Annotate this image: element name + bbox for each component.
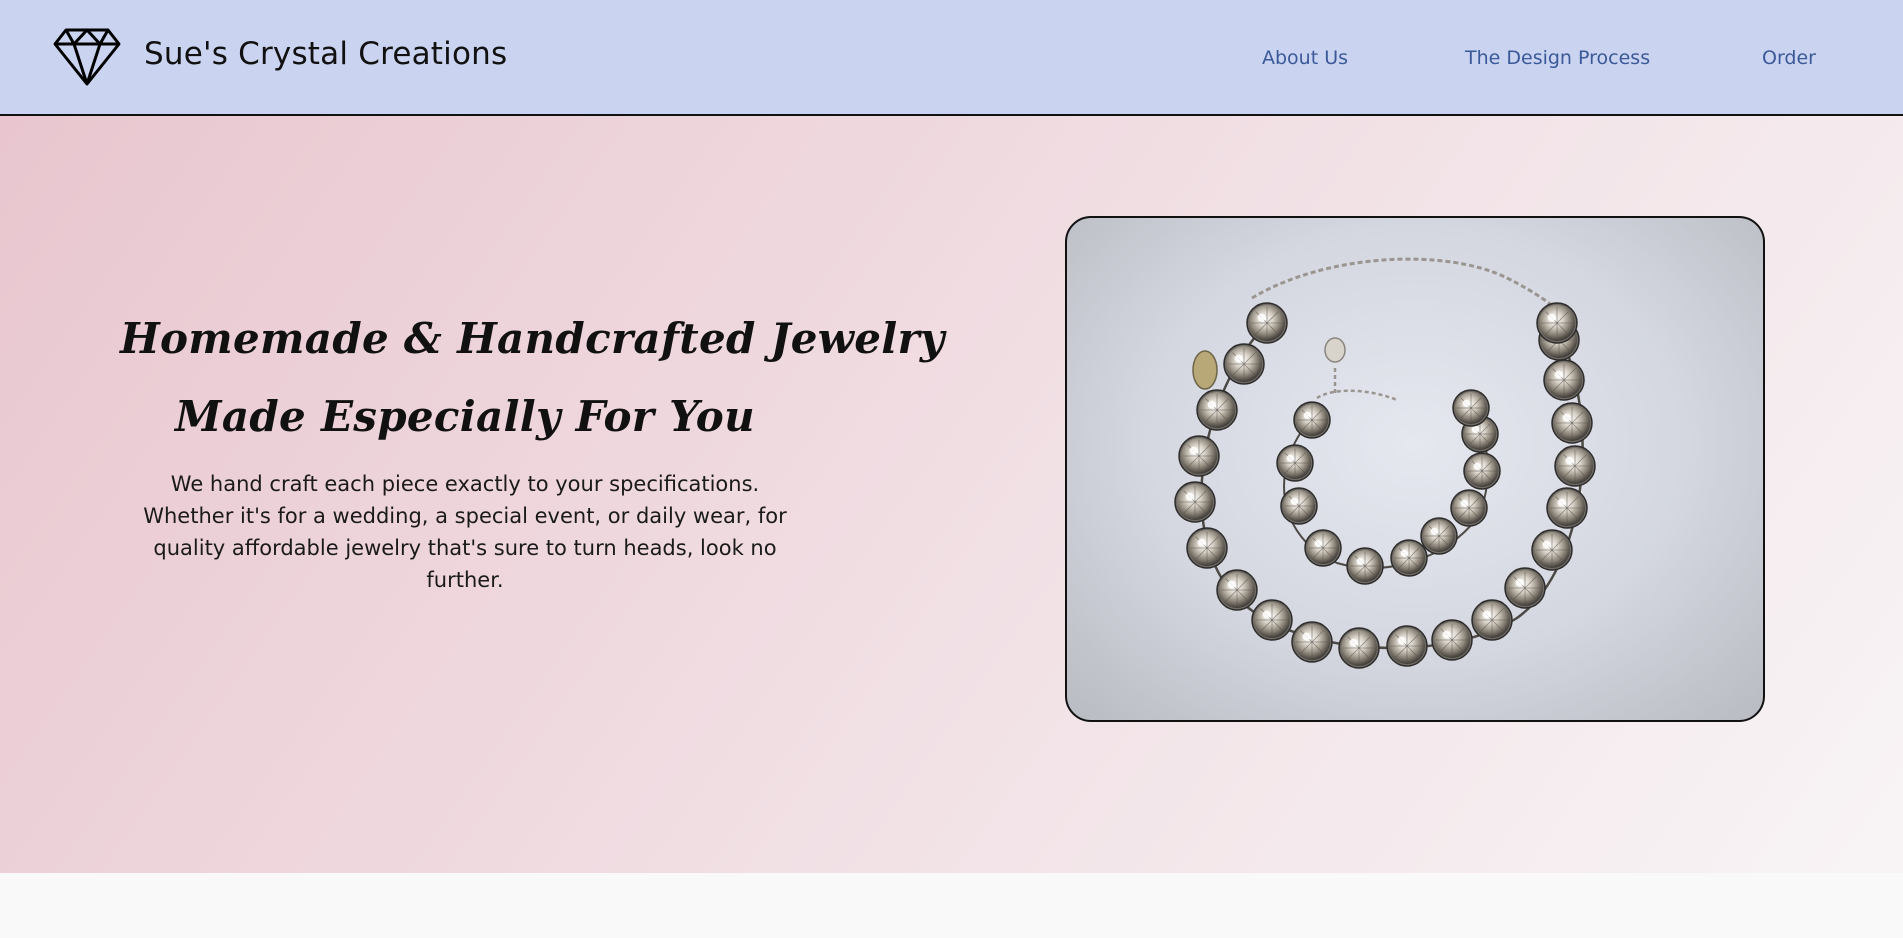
necklace-crystal-glint [1234,354,1243,363]
bracelet-crystal-glint [1430,527,1438,535]
necklace-crystal-glint [1185,492,1194,501]
jewelry-photo [1065,216,1765,722]
necklace-crystal-glint [1349,638,1358,647]
bracelet-chain [1316,368,1398,402]
hero-headline-line-2: Made Especially For You [175,392,755,441]
bracelet-crystal-glint [1400,549,1408,557]
hero-headline: Homemade & Handcrafted Jewelry Made Espe… [120,300,945,456]
necklace-crystal-glint [1442,630,1451,639]
site-header: Sue's Crystal Creations About Us The Des… [0,0,1903,116]
necklace-crystal-glint [1397,636,1406,645]
bracelet-crystal-glint [1314,539,1322,547]
necklace-crystal-glint [1565,456,1574,465]
hero-section: Homemade & Handcrafted Jewelry Made Espe… [0,116,1903,873]
necklace-crystal-glint [1554,370,1563,379]
necklace-crystal-glint [1207,400,1216,409]
necklace-tag [1192,350,1218,390]
bracelet-crystal-glint [1290,497,1298,505]
necklace-crystal-glint [1262,610,1271,619]
necklace-chain [1251,257,1569,320]
bracelet-crystal-glint [1356,557,1364,565]
bracelet-crystal-glint [1473,462,1481,470]
bracelet-crystal-glint [1303,411,1311,419]
nav-link-about-us[interactable]: About Us [1262,47,1348,69]
necklace-crystal-glint [1197,538,1206,547]
bracelet-crystal-glint [1462,399,1470,407]
bracelet-heart-charm [1324,337,1346,363]
necklace-crystal-glint [1189,446,1198,455]
nav-link-design-process[interactable]: The Design Process [1465,47,1650,69]
necklace-crystal-glint [1557,498,1566,507]
bracelet-crystal-glint [1471,425,1479,433]
necklace-crystal-glint [1482,610,1491,619]
nav-link-order[interactable]: Order [1762,47,1816,69]
bracelet-crystal-glint [1286,454,1294,462]
hero-description: We hand craft each piece exactly to your… [143,472,787,592]
page-footer-strip [0,873,1903,938]
hero-headline-line-1: Homemade & Handcrafted Jewelry [120,314,945,363]
necklace-crystal-glint [1515,578,1524,587]
necklace-crystal-glint [1227,580,1236,589]
bracelet-crystal-glint [1460,499,1468,507]
necklace-crystal-glint [1302,632,1311,641]
necklace-crystal-glint [1562,413,1571,422]
necklace-crystal-glint [1542,540,1551,549]
necklace-crystal-glint [1547,313,1556,322]
site-title[interactable]: Sue's Crystal Creations [144,36,507,72]
diamond-icon[interactable] [52,26,122,88]
necklace-crystal-glint [1257,313,1266,322]
